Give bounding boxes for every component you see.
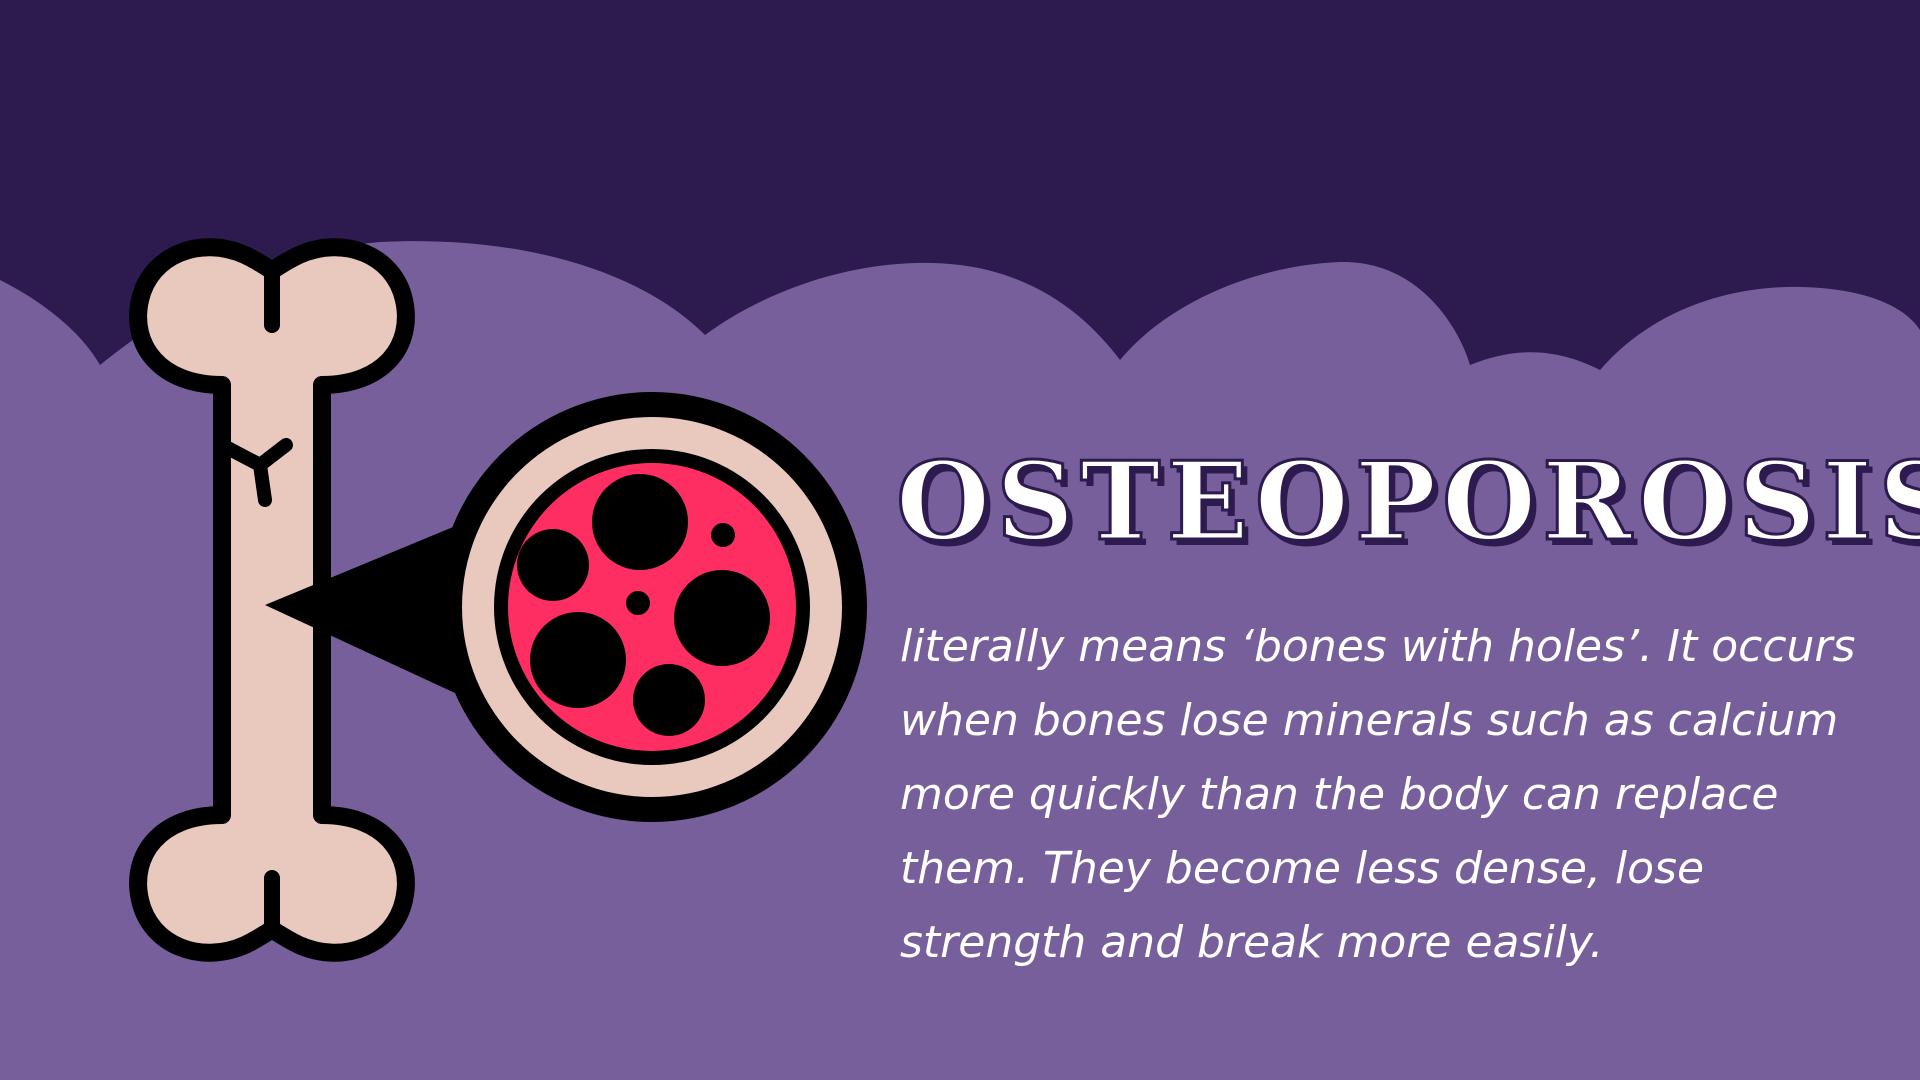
magnifier-icon [437,392,867,822]
slide-title: OSTEOPOROSIS [895,439,1920,565]
slide-description: literally means ‘bones with holes’. It o… [900,621,1856,968]
